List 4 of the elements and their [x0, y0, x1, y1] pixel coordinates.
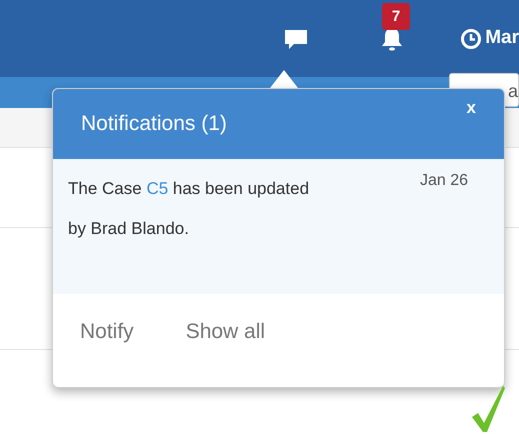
notification-count: 7 — [382, 3, 410, 30]
popover-title: Notifications (1) — [81, 111, 227, 136]
notification-message: The Case C5 has been updated by Brad Blando. — [68, 178, 310, 240]
notification-date: Jan 26 — [420, 171, 468, 189]
